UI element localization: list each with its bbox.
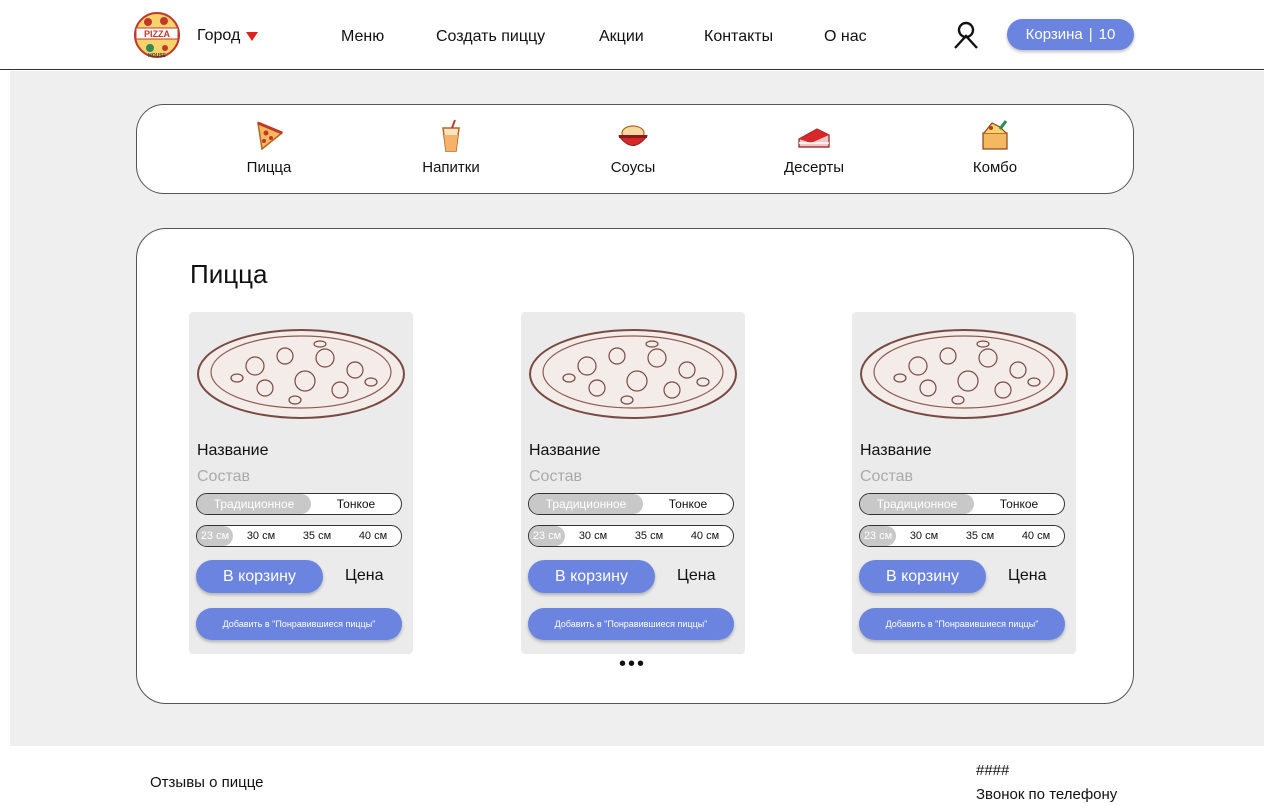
category-label: Комбо	[972, 159, 1018, 176]
caret-down-icon	[246, 31, 259, 41]
dough-toggle: Традиционное Тонкое	[859, 493, 1065, 515]
category-pizza[interactable]: Пицца	[209, 119, 329, 176]
size-30[interactable]: 30 см	[233, 526, 289, 546]
size-toggle: 23 см 30 см 35 см 40 см	[528, 525, 734, 547]
add-to-favorites-button[interactable]: Добавить в "Понравившиеся пиццы"	[528, 608, 734, 640]
nav-about[interactable]: О нас	[824, 28, 867, 46]
pizza-section: Пицца Название Состав Традиционное Тонко…	[136, 228, 1134, 704]
add-to-cart-button[interactable]: В корзину	[196, 560, 323, 593]
category-label: Пицца	[246, 159, 292, 176]
size-35[interactable]: 35 см	[952, 526, 1008, 546]
cart-button[interactable]: Корзина | 10	[1007, 19, 1134, 50]
category-bar: Пицца Напитки Соусы Десерты Комбо	[136, 104, 1134, 194]
logo-subtext: HOUSE	[148, 53, 166, 59]
dough-toggle: Традиционное Тонкое	[528, 493, 734, 515]
category-drinks[interactable]: Напитки	[391, 119, 511, 176]
category-sauces[interactable]: Соусы	[573, 119, 693, 176]
city-label: Город	[197, 27, 241, 44]
pizza-image	[529, 329, 737, 419]
pizza-name: Название	[197, 442, 269, 459]
footer-contacts: #### Звонок по телефону	[976, 759, 1117, 807]
reviews-link[interactable]: Отзывы о пицце	[150, 774, 263, 791]
size-23[interactable]: 23 см	[529, 526, 565, 546]
call-link[interactable]: Звонок по телефону	[976, 783, 1117, 807]
size-30[interactable]: 30 см	[896, 526, 952, 546]
logo-text: PIZZA	[144, 29, 170, 39]
pizza-card: Название Состав Традиционное Тонкое 23 с…	[852, 312, 1076, 654]
pizza-image	[197, 329, 405, 419]
nav-create-pizza[interactable]: Создать пиццу	[436, 28, 545, 46]
pizza-name: Название	[860, 442, 932, 459]
nav-contacts[interactable]: Контакты	[704, 28, 773, 46]
user-icon[interactable]	[953, 21, 979, 49]
pizza-house-logo[interactable]: PIZZA HOUSE	[134, 8, 180, 62]
dough-thin[interactable]: Тонкое	[311, 494, 401, 514]
size-toggle: 23 см 30 см 35 см 40 см	[859, 525, 1065, 547]
pizza-image	[860, 329, 1068, 419]
pizza-slice-icon	[257, 121, 284, 151]
size-40[interactable]: 40 см	[1008, 526, 1064, 546]
pizza-price: Цена	[677, 567, 716, 584]
add-to-favorites-button[interactable]: Добавить в "Понравившиеся пиццы"	[196, 608, 402, 640]
add-to-cart-button[interactable]: В корзину	[528, 560, 655, 593]
cake-slice-icon	[798, 128, 830, 148]
size-40[interactable]: 40 см	[345, 526, 401, 546]
cart-separator: |	[1088, 26, 1093, 43]
city-selector[interactable]: Город	[197, 27, 259, 45]
sauce-bowl-icon	[618, 125, 648, 146]
nav-promotions[interactable]: Акции	[599, 28, 644, 46]
drink-cup-icon	[442, 119, 460, 152]
category-combo[interactable]: Комбо	[935, 119, 1055, 176]
dough-traditional[interactable]: Традиционное	[197, 494, 311, 514]
nav-menu[interactable]: Меню	[341, 28, 384, 46]
header: PIZZA HOUSE Город Меню Создать пиццу Акц…	[0, 0, 1264, 70]
category-label: Напитки	[422, 159, 480, 176]
dough-traditional[interactable]: Традиционное	[529, 494, 643, 514]
pizza-price: Цена	[1008, 567, 1047, 584]
pizza-card: Название Состав Традиционное Тонкое 23 с…	[189, 312, 413, 654]
section-title: Пицца	[190, 259, 268, 289]
pizza-composition: Состав	[529, 468, 582, 485]
size-35[interactable]: 35 см	[289, 526, 345, 546]
pizza-composition: Состав	[197, 468, 250, 485]
phone-number: ####	[976, 762, 1010, 779]
category-desserts[interactable]: Десерты	[754, 119, 874, 176]
dough-thin[interactable]: Тонкое	[974, 494, 1064, 514]
dough-traditional[interactable]: Традиционное	[860, 494, 974, 514]
size-40[interactable]: 40 см	[677, 526, 733, 546]
category-label: Десерты	[783, 159, 844, 176]
pizza-name: Название	[529, 442, 601, 459]
combo-box-icon	[982, 120, 1008, 150]
cart-label: Корзина	[1025, 26, 1083, 43]
pizza-card: Название Состав Традиционное Тонкое 23 с…	[521, 312, 745, 654]
add-to-favorites-button[interactable]: Добавить в "Понравившиеся пиццы"	[859, 608, 1065, 640]
more-ellipsis[interactable]: •••	[619, 653, 646, 676]
dough-thin[interactable]: Тонкое	[643, 494, 733, 514]
dough-toggle: Традиционное Тонкое	[196, 493, 402, 515]
size-23[interactable]: 23 см	[860, 526, 896, 546]
size-23[interactable]: 23 см	[197, 526, 233, 546]
size-toggle: 23 см 30 см 35 см 40 см	[196, 525, 402, 547]
cart-count: 10	[1098, 26, 1116, 43]
category-label: Соусы	[610, 159, 656, 176]
size-30[interactable]: 30 см	[565, 526, 621, 546]
pizza-composition: Состав	[860, 468, 913, 485]
add-to-cart-button[interactable]: В корзину	[859, 560, 986, 593]
size-35[interactable]: 35 см	[621, 526, 677, 546]
pizza-price: Цена	[345, 567, 384, 584]
